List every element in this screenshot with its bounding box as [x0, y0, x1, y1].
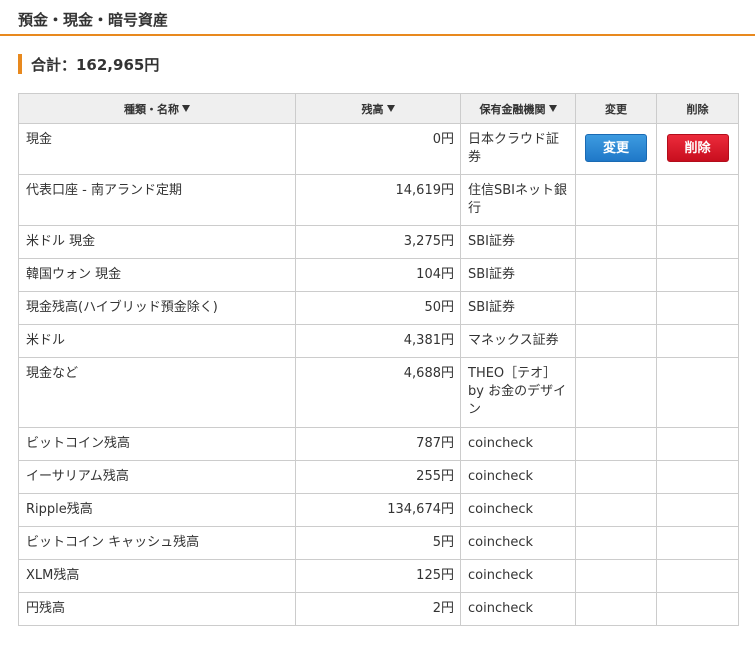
cell-name: イーサリアム残高: [18, 460, 296, 494]
table-row: ビットコイン残高 787円 coincheck: [18, 427, 739, 461]
cell-delete: [656, 258, 739, 292]
total-accent-bar: [18, 54, 22, 74]
table-row: XLM残高 125円 coincheck: [18, 559, 739, 593]
cell-amount: 3,275円: [295, 225, 461, 259]
cell-delete: [656, 324, 739, 358]
cell-amount: 5円: [295, 526, 461, 560]
cell-name: 米ドル: [18, 324, 296, 358]
cell-delete: [656, 427, 739, 461]
sort-header-type-name[interactable]: 種類・名称: [18, 93, 296, 124]
cell-change: [575, 526, 657, 560]
cell-institution: SBI証券: [460, 225, 576, 259]
cell-institution: coincheck: [460, 493, 576, 527]
table-row: Ripple残高 134,674円 coincheck: [18, 493, 739, 527]
table-row: 円残高 2円 coincheck: [18, 592, 739, 626]
header-delete: 削除: [656, 93, 739, 124]
cell-amount: 104円: [295, 258, 461, 292]
sort-down-icon: [386, 105, 395, 112]
total-amount: 合計：162,965円: [31, 55, 160, 74]
page-header: 預金・現金・暗号資産: [0, 0, 755, 36]
cell-name: Ripple残高: [18, 493, 296, 527]
total-summary: 合計：162,965円: [18, 54, 159, 74]
delete-button[interactable]: 削除: [666, 134, 729, 162]
header-label: 残高: [361, 102, 384, 116]
header-change: 変更: [575, 93, 657, 124]
table-header-row: 種類・名称 残高 保有金融機関 変更 削除: [18, 93, 739, 124]
cell-institution: SBI証券: [460, 258, 576, 292]
table-row: 現金 0円 日本クラウド証券 変更 削除: [18, 123, 739, 175]
cell-change: [575, 225, 657, 259]
cell-change: [575, 174, 657, 226]
cell-change: [575, 559, 657, 593]
cell-change: [575, 427, 657, 461]
sort-down-icon: [548, 105, 557, 112]
cell-delete: [656, 225, 739, 259]
cell-delete: [656, 291, 739, 325]
cell-amount: 0円: [295, 123, 461, 175]
cell-change: 変更: [575, 123, 657, 175]
table-row: 現金など 4,688円 THEO［テオ］by お金のデザイン: [18, 357, 739, 428]
cell-delete: [656, 357, 739, 428]
header-label: 種類・名称: [124, 102, 179, 116]
cell-amount: 787円: [295, 427, 461, 461]
change-button[interactable]: 変更: [585, 134, 647, 162]
sort-header-balance[interactable]: 残高: [295, 93, 461, 124]
cell-name: 現金など: [18, 357, 296, 428]
cell-delete: [656, 559, 739, 593]
cell-change: [575, 493, 657, 527]
cell-amount: 2円: [295, 592, 461, 626]
table-row: 米ドル 現金 3,275円 SBI証券: [18, 225, 739, 259]
header-label: 保有金融機関: [479, 102, 546, 116]
cell-name: 米ドル 現金: [18, 225, 296, 259]
cell-institution: マネックス証券: [460, 324, 576, 358]
cell-delete: [656, 592, 739, 626]
cell-name: 代表口座 - 南アランド定期: [18, 174, 296, 226]
table-row: 米ドル 4,381円 マネックス証券: [18, 324, 739, 358]
cell-institution: SBI証券: [460, 291, 576, 325]
assets-table: 種類・名称 残高 保有金融機関 変更 削除 現金 0円 日本クラウド証券 変更 …: [18, 93, 739, 626]
cell-change: [575, 291, 657, 325]
cell-institution: coincheck: [460, 526, 576, 560]
table-row: 現金残高(ハイブリッド預金除く) 50円 SBI証券: [18, 291, 739, 325]
cell-amount: 14,619円: [295, 174, 461, 226]
cell-delete: [656, 493, 739, 527]
cell-name: 現金: [18, 123, 296, 175]
cell-name: 現金残高(ハイブリッド預金除く): [18, 291, 296, 325]
cell-amount: 134,674円: [295, 493, 461, 527]
table-row: 代表口座 - 南アランド定期 14,619円 住信SBIネット銀行: [18, 174, 739, 226]
cell-amount: 4,688円: [295, 357, 461, 428]
cell-institution: coincheck: [460, 460, 576, 494]
cell-name: XLM残高: [18, 559, 296, 593]
cell-change: [575, 258, 657, 292]
table-row: ビットコイン キャッシュ残高 5円 coincheck: [18, 526, 739, 560]
cell-name: 韓国ウォン 現金: [18, 258, 296, 292]
cell-institution: coincheck: [460, 592, 576, 626]
sort-down-icon: [182, 105, 190, 112]
cell-institution: 住信SBIネット銀行: [460, 174, 576, 226]
cell-change: [575, 592, 657, 626]
cell-name: 円残高: [18, 592, 296, 626]
cell-delete: [656, 174, 739, 226]
cell-amount: 4,381円: [295, 324, 461, 358]
cell-institution: coincheck: [460, 559, 576, 593]
cell-delete: [656, 526, 739, 560]
table-row: イーサリアム残高 255円 coincheck: [18, 460, 739, 494]
cell-name: ビットコイン キャッシュ残高: [18, 526, 296, 560]
cell-delete: 削除: [656, 123, 739, 175]
cell-amount: 125円: [295, 559, 461, 593]
sort-header-institution[interactable]: 保有金融機関: [460, 93, 576, 124]
cell-amount: 255円: [295, 460, 461, 494]
cell-change: [575, 357, 657, 428]
cell-change: [575, 324, 657, 358]
cell-change: [575, 460, 657, 494]
cell-delete: [656, 460, 739, 494]
cell-institution: 日本クラウド証券: [460, 123, 576, 175]
table-row: 韓国ウォン 現金 104円 SBI証券: [18, 258, 739, 292]
page-title: 預金・現金・暗号資産: [18, 11, 169, 29]
cell-name: ビットコイン残高: [18, 427, 296, 461]
cell-institution: THEO［テオ］by お金のデザイン: [460, 357, 576, 428]
cell-institution: coincheck: [460, 427, 576, 461]
cell-amount: 50円: [295, 291, 461, 325]
